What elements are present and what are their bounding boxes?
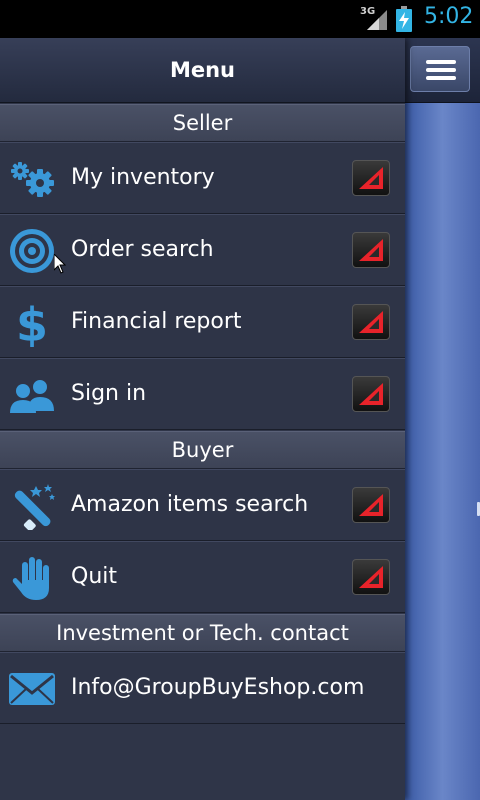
menu-item-label: Info@GroupBuyEshop.com <box>71 675 365 700</box>
menu-item-label: Sign in <box>71 381 147 406</box>
app-screen: 3G 5:02 Menu Seller My inventory Order s… <box>0 0 480 800</box>
magic-wand-icon <box>14 484 55 530</box>
section-label: Seller <box>172 111 233 135</box>
clock: 5:02 <box>424 4 474 29</box>
hamburger-icon-bar <box>426 76 456 80</box>
hamburger-icon-bar <box>426 68 456 72</box>
arrow-icon <box>352 376 390 412</box>
svg-text:$: $ <box>16 299 48 347</box>
menu-item-quit[interactable]: Quit <box>0 541 405 613</box>
drawer-header: Menu <box>0 38 405 103</box>
hamburger-icon <box>426 60 456 64</box>
menu-item-label: Amazon items search <box>71 492 309 517</box>
menu-item-my-inventory[interactable]: My inventory <box>0 142 405 214</box>
main-action-bar <box>405 38 480 103</box>
arrow-icon <box>352 487 390 523</box>
section-label: Investment or Tech. contact <box>56 621 349 645</box>
menu-item-amazon-items-search[interactable]: Amazon items search <box>0 469 405 541</box>
arrow-icon <box>352 232 390 268</box>
menu-item-order-search[interactable]: Order search <box>0 214 405 286</box>
section-header-contact: Investment or Tech. contact <box>0 614 405 652</box>
menu-item-financial-report[interactable]: $ Financial report <box>0 286 405 358</box>
arrow-icon <box>352 304 390 340</box>
menu-item-sign-in[interactable]: Sign in <box>0 358 405 430</box>
hamburger-menu-button[interactable] <box>410 46 470 92</box>
menu-item-label: Order search <box>71 237 214 262</box>
menu-item-label: My inventory <box>71 165 215 190</box>
menu-item-email-contact[interactable]: Info@GroupBuyEshop.com <box>0 652 405 724</box>
gears-icon <box>11 162 54 197</box>
status-bar: 3G 5:02 <box>0 0 480 38</box>
mouse-cursor-icon <box>54 254 66 274</box>
section-header-seller: Seller <box>0 104 405 142</box>
main-content-panel <box>405 38 480 800</box>
dollar-icon: $ <box>16 299 48 347</box>
envelope-icon <box>9 673 55 705</box>
navigation-drawer: Menu Seller My inventory Order search $ … <box>0 38 405 800</box>
section-label: Buyer <box>171 438 234 462</box>
signal-icon <box>367 10 387 30</box>
hand-icon <box>12 557 50 600</box>
arrow-icon <box>352 160 390 196</box>
menu-item-label: Quit <box>71 564 117 589</box>
users-icon <box>10 380 54 413</box>
arrow-icon <box>352 559 390 595</box>
battery-charging-icon <box>396 6 412 32</box>
target-icon <box>10 229 54 273</box>
section-header-buyer: Buyer <box>0 431 405 469</box>
drawer-title: Menu <box>169 58 236 82</box>
menu-item-label: Financial report <box>71 309 242 334</box>
